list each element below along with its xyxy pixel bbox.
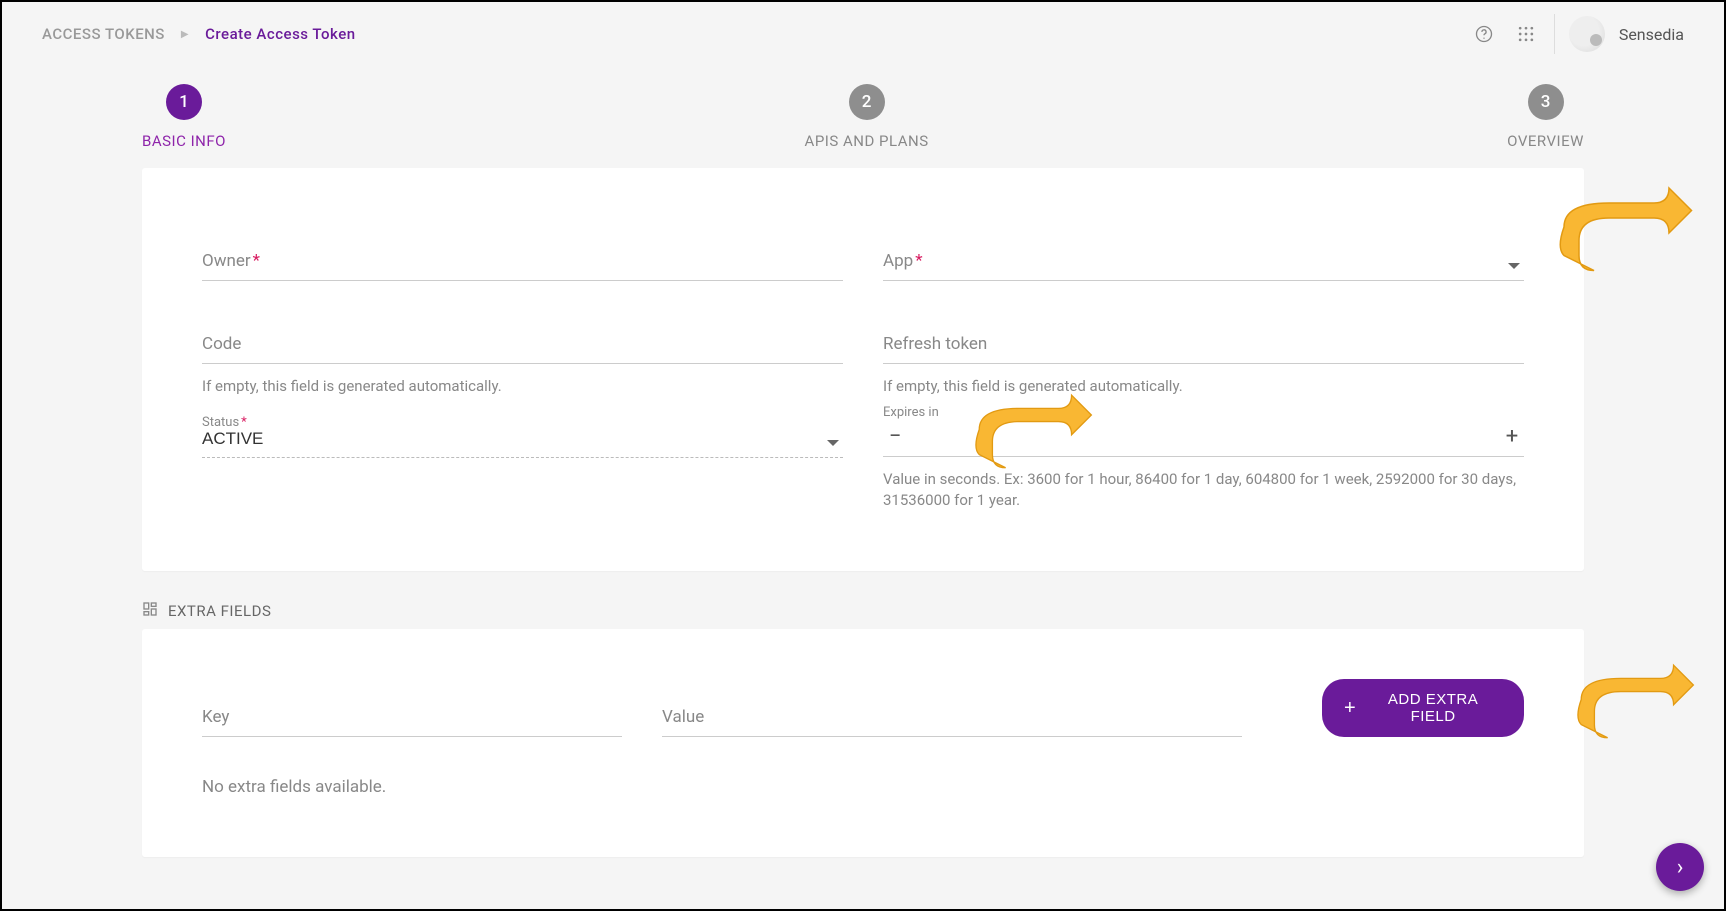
- extra-fields-card: Key Value + ADD EXTRA FIELD No extra fie…: [142, 629, 1584, 857]
- step-label-2: APIS AND PLANS: [805, 132, 929, 150]
- step-circle-1: 1: [166, 84, 202, 120]
- extra-key-field[interactable]: Key: [202, 684, 622, 737]
- chevron-right-icon: ›: [1677, 855, 1684, 880]
- expires-increment[interactable]: +: [1500, 424, 1524, 448]
- step-apis-plans[interactable]: 2 APIS AND PLANS: [805, 84, 929, 150]
- chevron-down-icon: [827, 440, 839, 446]
- plus-icon: +: [1344, 698, 1356, 718]
- step-basic-info[interactable]: 1 BASIC INFO: [142, 84, 226, 150]
- add-extra-field-label: ADD EXTRA FIELD: [1364, 691, 1502, 725]
- owner-field[interactable]: Owner*: [202, 228, 843, 281]
- next-fab[interactable]: ›: [1656, 843, 1704, 891]
- breadcrumb-root[interactable]: ACCESS TOKENS: [42, 25, 165, 43]
- extra-empty-message: No extra fields available.: [202, 777, 1524, 797]
- key-input[interactable]: [202, 684, 622, 737]
- refresh-token-field[interactable]: Refresh token: [883, 311, 1524, 364]
- chevron-down-icon: [1508, 263, 1520, 269]
- expires-hint: Value in seconds. Ex: 3600 for 1 hour, 8…: [883, 469, 1524, 511]
- stepper: 1 BASIC INFO 2 APIS AND PLANS 3 OVERVIEW: [2, 66, 1724, 168]
- expires-field: Expires in − +: [883, 405, 1524, 457]
- avatar[interactable]: [1569, 16, 1605, 52]
- code-field[interactable]: Code: [202, 311, 843, 364]
- dashboard-icon: [142, 601, 158, 621]
- basic-info-card: Owner* App* Code If empty, this field is…: [142, 168, 1584, 571]
- code-hint: If empty, this field is generated automa…: [202, 376, 843, 397]
- extra-fields-title: EXTRA FIELDS: [168, 602, 271, 620]
- breadcrumb: ACCESS TOKENS ▶ Create Access Token: [42, 25, 356, 43]
- owner-input[interactable]: [202, 228, 843, 281]
- apps-grid-icon[interactable]: [1512, 20, 1540, 48]
- help-icon[interactable]: [1470, 20, 1498, 48]
- step-label-3: OVERVIEW: [1507, 132, 1584, 150]
- step-circle-2: 2: [849, 84, 885, 120]
- status-field[interactable]: Status*: [202, 405, 843, 458]
- expires-decrement[interactable]: −: [883, 424, 907, 448]
- extra-fields-header: EXTRA FIELDS: [142, 601, 1584, 621]
- step-label-1: BASIC INFO: [142, 132, 226, 150]
- app-input[interactable]: [883, 228, 1524, 281]
- pointer-annotation-icon: [1564, 652, 1704, 747]
- extra-value-field[interactable]: Value: [662, 684, 1242, 737]
- code-input[interactable]: [202, 311, 843, 364]
- refresh-input[interactable]: [883, 311, 1524, 364]
- step-overview[interactable]: 3 OVERVIEW: [1507, 84, 1584, 150]
- status-input[interactable]: [202, 405, 843, 458]
- add-extra-field-button[interactable]: + ADD EXTRA FIELD: [1322, 679, 1524, 737]
- breadcrumb-current: Create Access Token: [205, 25, 356, 43]
- divider: [1554, 14, 1555, 54]
- value-input[interactable]: [662, 684, 1242, 737]
- topbar: ACCESS TOKENS ▶ Create Access Token Sens…: [2, 2, 1724, 66]
- refresh-hint: If empty, this field is generated automa…: [883, 376, 1524, 397]
- expires-input[interactable]: [907, 426, 1500, 446]
- step-circle-3: 3: [1528, 84, 1564, 120]
- chevron-right-icon: ▶: [181, 29, 189, 40]
- username-label: Sensedia: [1619, 25, 1684, 44]
- app-field[interactable]: App*: [883, 228, 1524, 281]
